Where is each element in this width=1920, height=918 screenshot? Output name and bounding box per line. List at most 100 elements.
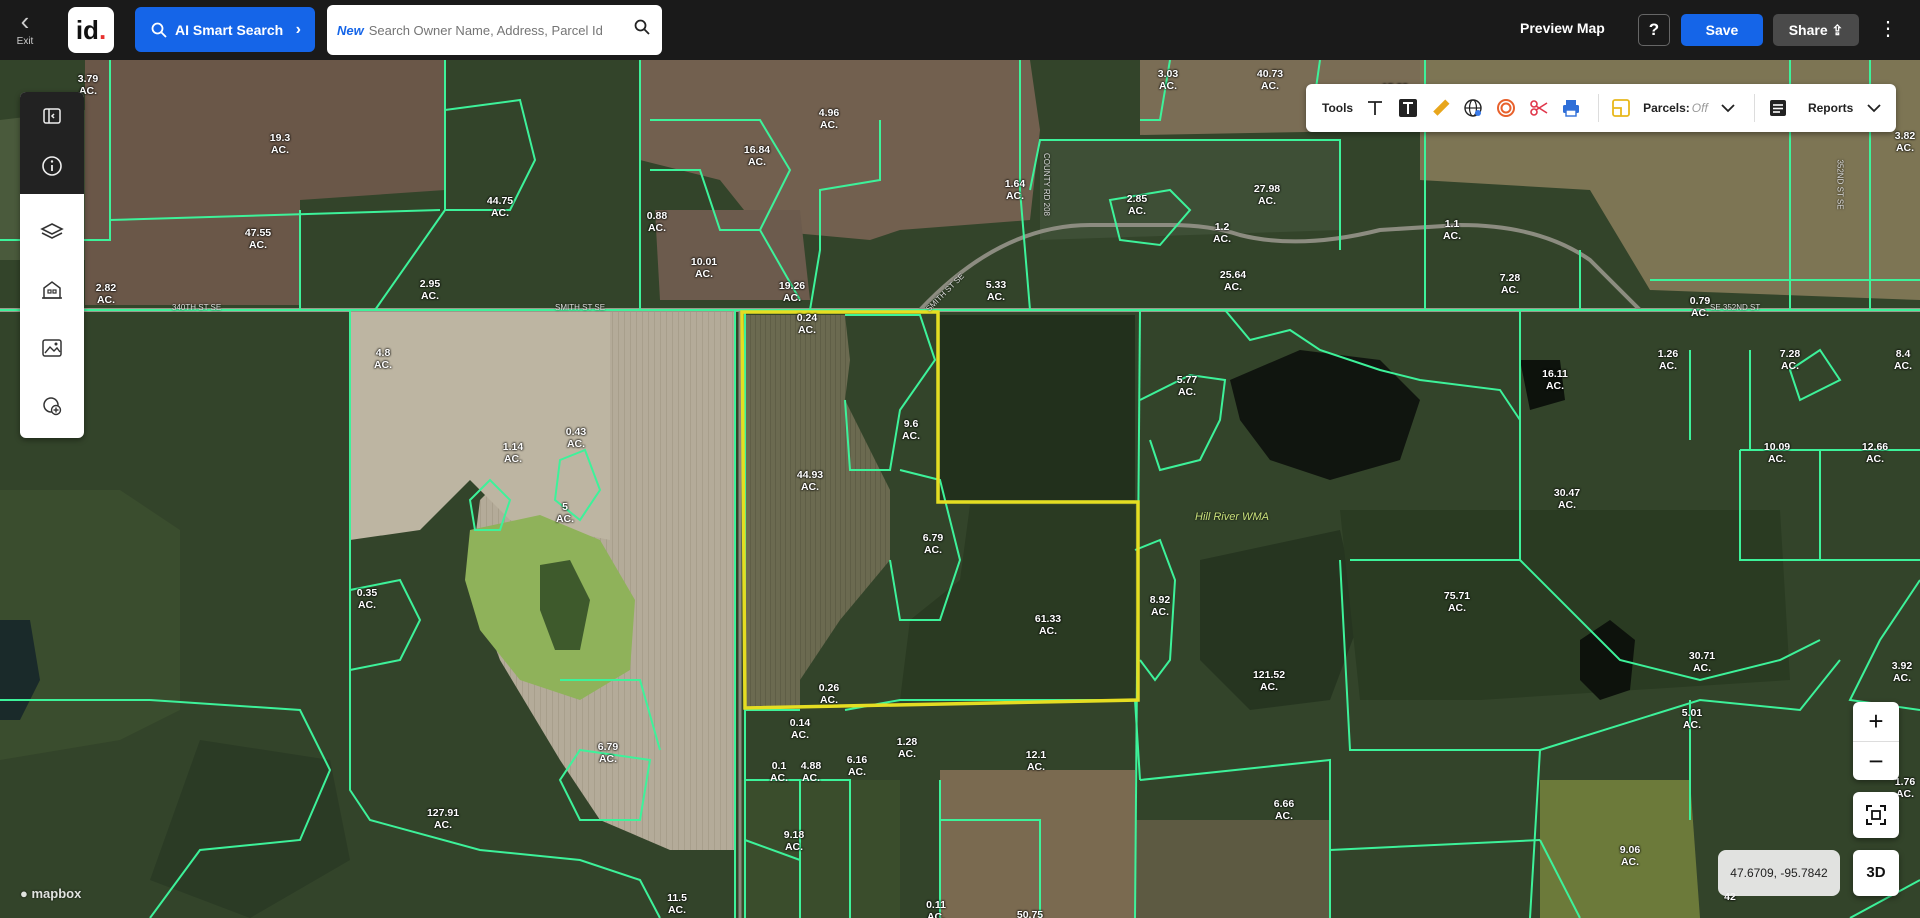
acreage-label: 3.92 AC. [1891,660,1913,684]
road-label: SE 352ND ST [1710,303,1761,312]
acreage-label: 0.79 AC. [1689,295,1711,319]
new-badge: New [337,22,364,38]
acreage-label: 0.11 AC. [926,899,946,918]
road-label: COUNTY RD 208 [1041,153,1051,216]
exit-label: Exit [16,36,34,47]
buildings-icon[interactable] [36,274,68,306]
acreage-label: 0.1 AC. [769,760,789,784]
text-icon[interactable] [1365,96,1386,120]
text-box-icon[interactable] [1398,96,1419,120]
search-icon [151,22,167,38]
parcels-state: Off [1691,101,1708,115]
acreage-label: 11.5 AC. [667,892,687,916]
fit-extent-button[interactable] [1853,792,1899,838]
scissors-icon[interactable] [1528,96,1549,120]
mapbox-attribution: ● mapbox [20,886,81,901]
preview-map-button[interactable]: Preview Map [1520,20,1605,36]
acreage-label: 4.8 AC. [373,347,393,371]
logo-dot: . [98,14,107,45]
chevron-right-icon: › [295,20,301,38]
search-box[interactable]: New [327,5,662,55]
acreage-label: 121.52 AC. [1252,669,1286,693]
acreage-label: 16.11 AC. [1542,368,1568,392]
exit-button[interactable]: ‹ Exit [10,8,40,52]
acreage-label: 8.4 AC. [1893,348,1913,372]
acreage-label: 6.79 AC. [922,532,944,556]
mapbox-logo-icon: ● [20,886,28,901]
acreage-label: 19.3 AC. [269,132,291,156]
add-location-icon[interactable] [36,390,68,422]
acreage-label: 12.66 AC. [1861,441,1889,465]
zoom-control: + − [1853,702,1899,780]
logo[interactable]: id. [68,7,114,53]
acreage-label: 1.14 AC. [502,441,524,465]
acreage-label: 10.09 AC. [1763,441,1791,465]
parcels-toggle[interactable]: Parcels: Off [1643,101,1708,115]
sidebar-toggle-icon[interactable] [36,100,68,132]
wma-label: Hill River WMA [1195,511,1269,523]
globe-icon[interactable] [1463,96,1484,120]
help-button[interactable]: ? [1638,14,1670,46]
acreage-label: 5.33 AC. [985,279,1007,303]
acreage-label: 6.66 AC. [1273,798,1295,822]
acreage-label: 12.1 AC. [1025,749,1047,773]
acreage-label: 3.82 AC. [1894,130,1916,154]
search-icon[interactable] [634,19,650,35]
save-button[interactable]: Save [1681,14,1763,46]
acreage-label: 7.28 AC. [1779,348,1801,372]
print-icon[interactable] [1561,96,1582,120]
zoom-in-button[interactable]: + [1853,702,1899,741]
zoom-out-button[interactable]: − [1853,741,1899,780]
parcels-label: Parcels: [1643,101,1690,115]
chevron-down-icon[interactable] [1863,96,1884,120]
info-icon[interactable] [36,150,68,182]
layers-icon[interactable] [36,216,68,248]
acreage-label: 0.88 AC. [646,210,668,234]
share-button[interactable]: Share ⇪ [1773,14,1859,46]
acreage-label: 9.06 AC. [1619,844,1641,868]
divider [1754,94,1756,122]
chevron-down-icon[interactable] [1718,96,1739,120]
target-icon[interactable] [1496,96,1517,120]
acreage-label: 2.82 AC. [95,282,117,306]
3d-button[interactable]: 3D [1853,850,1899,896]
acreage-label: 40.73 AC. [1256,68,1284,92]
reports-icon[interactable] [1767,96,1788,120]
parcels-icon[interactable] [1610,96,1631,120]
acreage-label: 9.18 AC. [783,829,805,853]
acreage-label: 1.2 AC. [1212,221,1232,245]
divider [1597,94,1599,122]
acreage-label: 8.92 AC. [1149,594,1171,618]
ai-smart-search-button[interactable]: AI Smart Search › [135,7,315,52]
map-canvas[interactable]: 3.79 AC. 19.3 AC. 47.55 AC. 2.82 AC. 44.75 A… [0,60,1920,918]
search-input[interactable] [368,22,629,38]
more-options-icon[interactable]: ⋮ [1878,14,1898,46]
acreage-label: 1.26 AC. [1657,348,1679,372]
acreage-label: 6.79 AC. [597,741,619,765]
road-label: 340TH ST SE [172,303,222,312]
acreage-label: 7.28 AC. [1499,272,1521,296]
acreage-label: 2.95 AC. [419,278,441,302]
acreage-label: 1.64 AC. [1004,178,1026,202]
acreage-label: 30.71 AC. [1688,650,1716,674]
acreage-label: 0.43 AC. [565,426,587,450]
acreage-label: 0.14 AC. [789,717,811,741]
acreage-label: 0.24 AC. [796,312,818,336]
acreage-label: 19.26 AC. [778,280,806,304]
tools-label: Tools [1322,101,1354,115]
ai-search-label: AI Smart Search [175,21,284,38]
mapbox-label: mapbox [31,886,82,901]
logo-text: id [75,14,99,45]
road-label: SMITH ST SE [555,303,606,312]
aerial-imagery [0,60,1920,918]
ruler-icon[interactable] [1430,96,1451,120]
acreage-label: 61.33 AC. [1034,613,1062,637]
acreage-label: 47.55 AC. [244,227,272,251]
image-icon[interactable] [36,332,68,364]
acreage-label: 30.47 AC. [1553,487,1581,511]
share-label: Share [1788,22,1828,38]
tools-bar: Tools Parcels: Off Reports [1306,84,1896,132]
acreage-label: 16.84 AC. [743,144,771,168]
acreage-label: 75.71 AC. [1443,590,1471,614]
reports-dropdown[interactable]: Reports [1808,101,1853,115]
